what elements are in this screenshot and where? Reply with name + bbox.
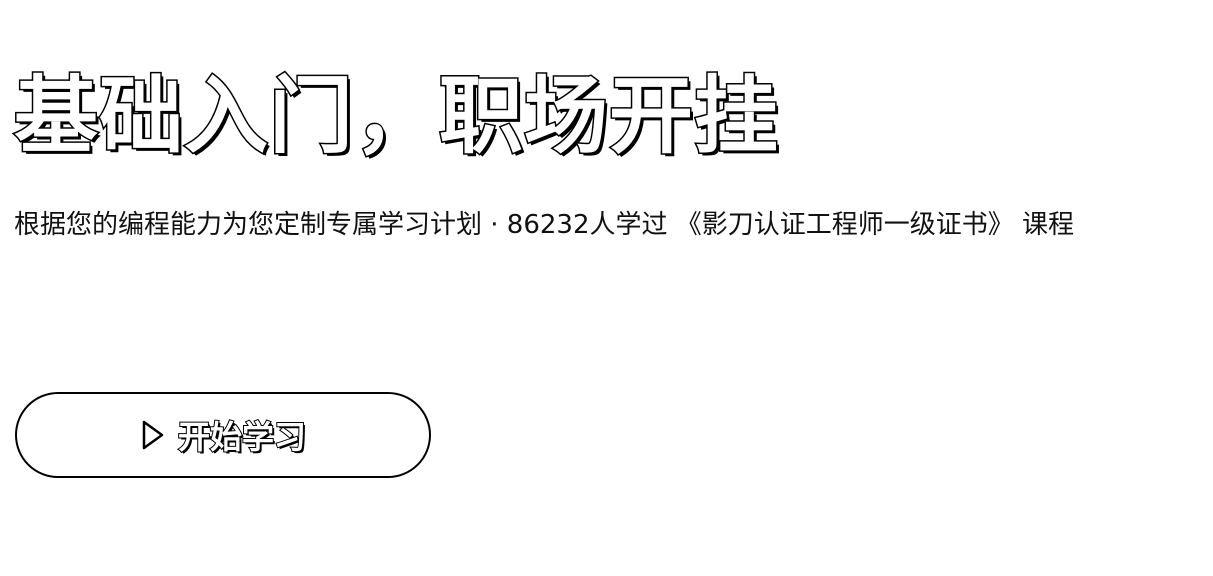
course-description: 根据您的编程能力为您定制专属学习计划 · 86232人学过 《影刀认证工程师一级… <box>14 210 1075 240</box>
play-icon <box>142 420 164 450</box>
page-title: 基础入门，职场开挂 <box>12 66 780 167</box>
start-learning-label: 开始学习 <box>177 417 307 457</box>
start-learning-button[interactable]: 开始学习 <box>15 392 431 478</box>
